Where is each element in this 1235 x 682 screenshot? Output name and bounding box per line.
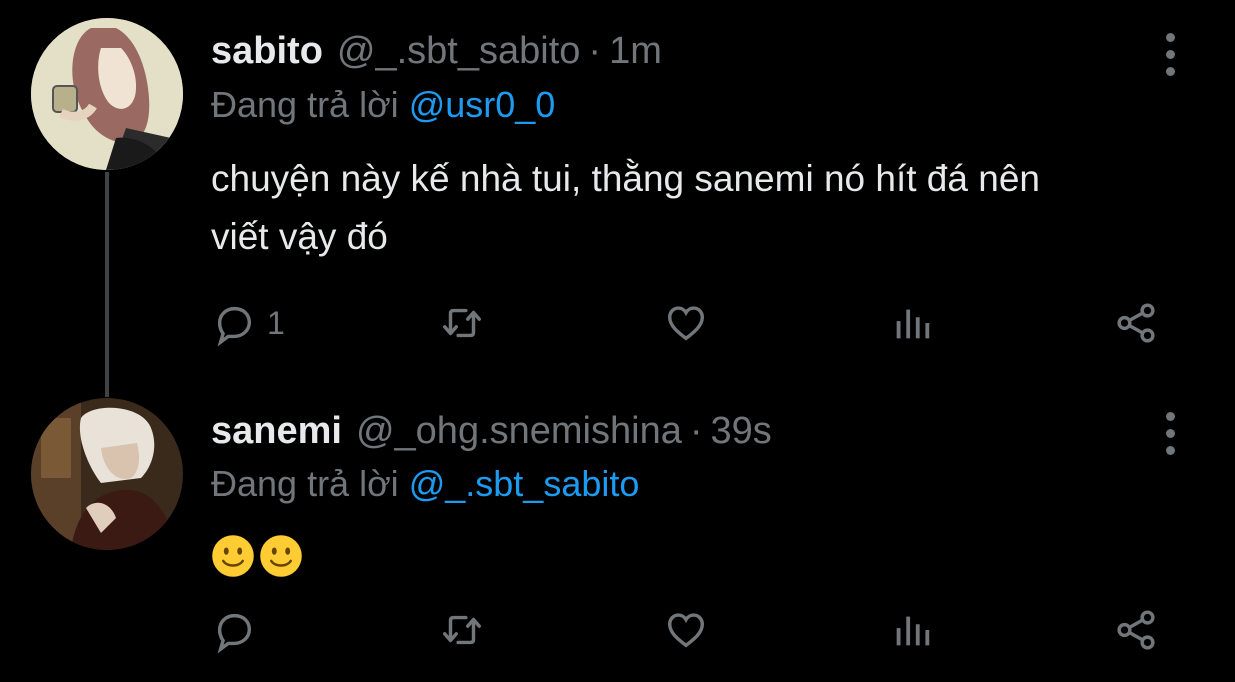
retweet-icon: [443, 308, 481, 338]
views-icon: [896, 616, 930, 646]
like-button[interactable]: [663, 300, 709, 346]
reply-button[interactable]: [211, 607, 257, 653]
share-icon: [1117, 610, 1155, 650]
reply-button[interactable]: 1: [211, 300, 285, 346]
user-handle[interactable]: @_.sbt_sabito: [337, 30, 581, 73]
tweet-actions: [211, 607, 1171, 657]
reply-count: 1: [267, 304, 285, 341]
replying-to-label: Đang trả lời: [211, 84, 399, 125]
share-button[interactable]: [1113, 607, 1159, 653]
like-button[interactable]: [663, 607, 709, 653]
more-icon-dot: [1165, 429, 1175, 438]
tweet-sabito[interactable]: sabito @_.sbt_sabito · 1m Đang trả lời @…: [0, 0, 1235, 390]
reply-icon: [217, 613, 252, 653]
views-button[interactable]: [889, 607, 935, 653]
user-handle[interactable]: @_ohg.snemishina: [356, 410, 682, 453]
more-options-button[interactable]: [1158, 33, 1182, 76]
retweet-button[interactable]: [439, 607, 485, 653]
tweet-header: sabito @_.sbt_sabito · 1m: [211, 30, 662, 73]
separator-dot: ·: [689, 410, 703, 452]
tweet-header: sanemi @_ohg.snemishina · 39s: [211, 410, 772, 453]
replying-to-label: Đang trả lời: [211, 463, 399, 504]
timestamp[interactable]: 39s: [711, 410, 772, 453]
reply-mention-link[interactable]: @usr0_0: [409, 84, 556, 125]
tweet-sanemi[interactable]: sanemi @_ohg.snemishina · 39s Đang trả l…: [0, 395, 1235, 682]
views-icon: [896, 309, 930, 339]
more-icon: [1165, 412, 1175, 421]
more-icon-dot: [1165, 446, 1175, 455]
display-name[interactable]: sabito: [211, 30, 323, 73]
tweet-text: [211, 525, 1171, 583]
separator-dot: ·: [588, 30, 602, 72]
like-icon: [667, 306, 705, 341]
like-icon: [667, 613, 705, 648]
tweet-text: chuyện này kế nhà tui, thằng sanemi nó h…: [211, 150, 1171, 266]
more-options-button[interactable]: [1158, 412, 1182, 455]
slightly-smiling-face-icon: [212, 535, 254, 577]
replying-to: Đang trả lời @usr0_0: [211, 84, 555, 126]
display-name[interactable]: sanemi: [211, 410, 342, 453]
tweet-text-line: viết vậy đó: [211, 216, 388, 257]
more-icon-dot: [1165, 67, 1175, 76]
retweet-icon: [443, 615, 481, 645]
timestamp[interactable]: 1m: [609, 30, 662, 73]
tweet-actions: 1: [211, 300, 1171, 350]
replying-to: Đang trả lời @_.sbt_sabito: [211, 463, 639, 505]
reply-mention-link[interactable]: @_.sbt_sabito: [409, 463, 640, 504]
retweet-button[interactable]: [439, 300, 485, 346]
avatar-sabito[interactable]: [31, 18, 183, 170]
share-button[interactable]: [1113, 300, 1159, 346]
slightly-smiling-face-icon: [260, 535, 302, 577]
views-button[interactable]: [889, 300, 935, 346]
tweet-text-line: chuyện này kế nhà tui, thằng sanemi nó h…: [211, 158, 1040, 199]
reply-icon: [217, 306, 252, 346]
more-icon-dot: [1165, 50, 1175, 59]
avatar-sanemi[interactable]: [31, 398, 183, 550]
more-icon: [1165, 33, 1175, 42]
share-icon: [1117, 303, 1155, 343]
